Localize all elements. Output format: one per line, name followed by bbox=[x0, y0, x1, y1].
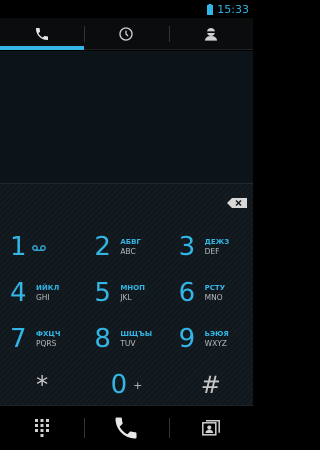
key-digit: 5 bbox=[94, 278, 111, 308]
key-letters-ru: АБВГ bbox=[120, 237, 141, 246]
key-letters-ru: ДЕЖЗ bbox=[204, 237, 230, 246]
key-hash[interactable]: # bbox=[169, 362, 253, 408]
key-digit: 1 bbox=[10, 232, 27, 262]
key-letters-en: TUV bbox=[120, 338, 136, 348]
key-plus: + bbox=[133, 378, 143, 392]
backspace-icon[interactable] bbox=[227, 198, 247, 208]
key-letters-en: JKL bbox=[120, 292, 132, 302]
dialpad-grid-icon bbox=[35, 419, 50, 437]
dialpad-toggle-button[interactable] bbox=[0, 406, 84, 450]
key-digit: 4 bbox=[10, 278, 27, 308]
contacts-card-icon bbox=[201, 420, 220, 436]
phone-icon bbox=[34, 26, 50, 42]
key-symbol: # bbox=[200, 371, 221, 399]
tab-phone[interactable] bbox=[0, 18, 85, 50]
key-letters-ru: РСТУ bbox=[204, 283, 226, 292]
key-3[interactable]: 3 ДЕЖЗ DEF bbox=[169, 224, 253, 270]
key-letters-ru: ИЙКЛ bbox=[36, 283, 60, 292]
key-letters-en: DEF bbox=[204, 246, 220, 256]
call-button[interactable] bbox=[84, 406, 168, 450]
number-display[interactable] bbox=[0, 51, 253, 183]
key-star[interactable]: * bbox=[0, 362, 84, 408]
key-symbol: * bbox=[36, 371, 49, 399]
key-letters-ru: ФХЦЧ bbox=[36, 329, 61, 338]
battery-icon bbox=[207, 3, 214, 15]
status-time: 15:33 bbox=[217, 2, 249, 16]
key-digit: 2 bbox=[94, 232, 111, 262]
key-digit: 9 bbox=[178, 324, 196, 354]
key-8[interactable]: 8 ШЩЪЫ TUV bbox=[84, 316, 168, 362]
tab-contacts[interactable] bbox=[168, 18, 253, 49]
key-6[interactable]: 6 РСТУ MNO bbox=[169, 270, 253, 316]
key-letters-en: MNO bbox=[204, 292, 223, 302]
key-4[interactable]: 4 ИЙКЛ GHI bbox=[0, 270, 84, 316]
key-letters-ru: ЬЭЮЯ bbox=[204, 329, 229, 338]
key-letters-en: WXYZ bbox=[204, 338, 227, 348]
key-1[interactable]: 1 bbox=[0, 224, 84, 270]
key-digit: 7 bbox=[10, 324, 27, 354]
key-7[interactable]: 7 ФХЦЧ PQRS bbox=[0, 316, 84, 362]
call-icon bbox=[112, 414, 140, 442]
key-letters-en: GHI bbox=[36, 292, 50, 302]
key-5[interactable]: 5 МНОП JKL bbox=[84, 270, 168, 316]
key-digit: 8 bbox=[94, 324, 111, 354]
contact-icon bbox=[203, 26, 219, 42]
status-bar: 15:33 bbox=[0, 0, 253, 18]
key-letters-ru: МНОП bbox=[120, 283, 145, 292]
tab-call-log[interactable] bbox=[84, 18, 168, 49]
key-digit: 6 bbox=[178, 278, 196, 308]
key-digit: 3 bbox=[178, 232, 196, 262]
dialpad: 1 2 АБВГ ABC 3 ДЕЖЗ DEF 4 ИЙКЛ GHI 5 МНО… bbox=[0, 183, 253, 405]
tab-bar bbox=[0, 18, 253, 50]
key-letters-ru: ШЩЪЫ bbox=[120, 329, 153, 338]
key-letters-en: ABC bbox=[120, 246, 136, 256]
key-9[interactable]: 9 ЬЭЮЯ WXYZ bbox=[169, 316, 253, 362]
key-0[interactable]: 0 + bbox=[84, 362, 168, 408]
keypad: 1 2 АБВГ ABC 3 ДЕЖЗ DEF 4 ИЙКЛ GHI 5 МНО… bbox=[0, 224, 253, 408]
key-digit: 0 bbox=[110, 370, 128, 400]
clock-icon bbox=[118, 26, 134, 42]
voicemail-icon bbox=[32, 238, 46, 257]
bottom-bar bbox=[0, 405, 253, 450]
key-2[interactable]: 2 АБВГ ABC bbox=[84, 224, 168, 270]
contacts-button[interactable] bbox=[168, 406, 253, 450]
key-letters-en: PQRS bbox=[36, 338, 57, 348]
